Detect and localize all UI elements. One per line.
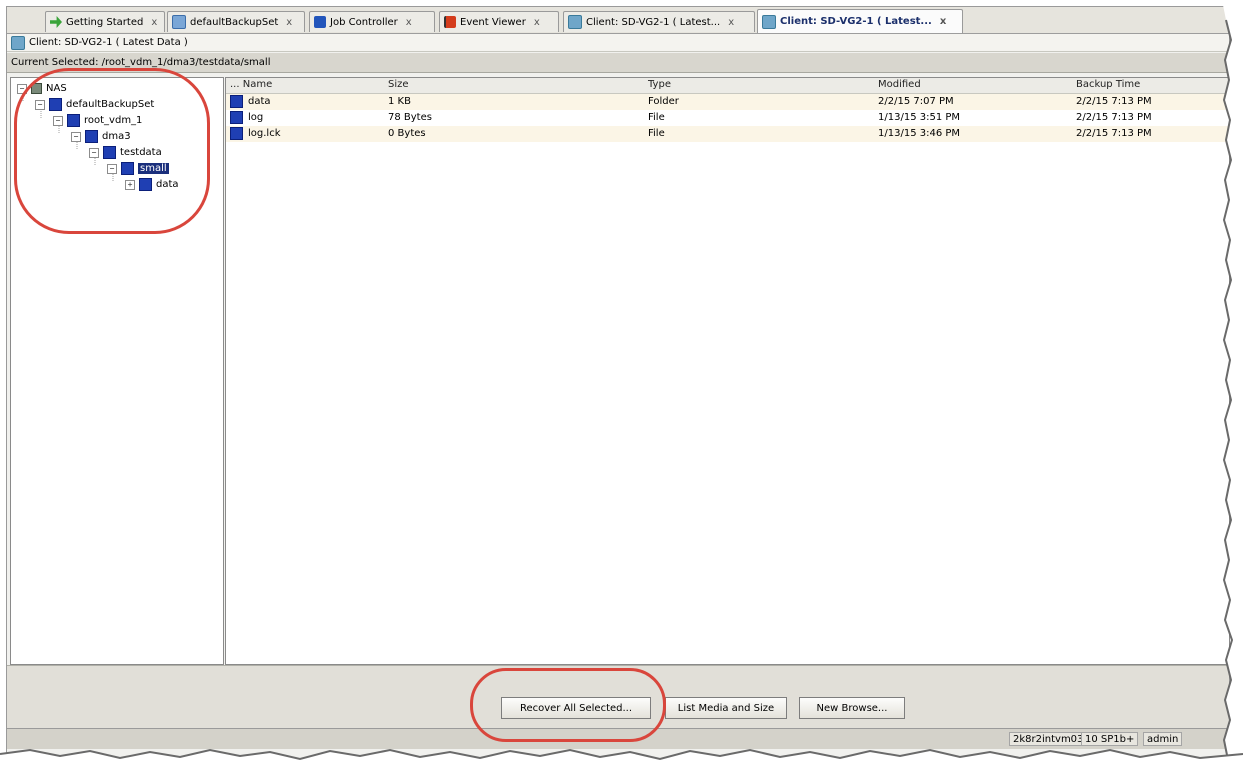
tree-node-dma3[interactable]: − dma3 bbox=[71, 129, 131, 144]
row-type: File bbox=[648, 128, 665, 139]
status-user: admin bbox=[1143, 732, 1183, 746]
row-size: 78 Bytes bbox=[388, 112, 432, 123]
tree-node-label: root_vdm_1 bbox=[84, 115, 143, 126]
column-header-type[interactable]: Type bbox=[648, 79, 671, 90]
action-buttons-bar: Recover All Selected... List Media and S… bbox=[7, 665, 1229, 728]
row-type: Folder bbox=[648, 96, 679, 107]
tree-node-small[interactable]: − small bbox=[107, 161, 169, 176]
folder-icon bbox=[121, 162, 134, 175]
row-backup-time: 2/2/15 7:13 PM bbox=[1076, 96, 1152, 107]
tab-label: Client: SD-VG2-1 ( Latest... bbox=[586, 16, 721, 28]
file-icon bbox=[230, 111, 243, 124]
row-type: File bbox=[648, 112, 665, 123]
row-name: data bbox=[248, 96, 271, 107]
collapse-icon[interactable]: − bbox=[35, 99, 45, 110]
column-header-size[interactable]: Size bbox=[388, 79, 409, 90]
tab-label: Client: SD-VG2-1 ( Latest... bbox=[780, 16, 932, 27]
tree-node-label-selected: small bbox=[138, 163, 169, 174]
row-modified: 1/13/15 3:46 PM bbox=[878, 128, 961, 139]
collapse-icon[interactable]: − bbox=[89, 147, 99, 158]
flag-icon bbox=[444, 16, 456, 28]
column-header-modified[interactable]: Modified bbox=[878, 79, 921, 90]
job-controller-icon bbox=[314, 16, 326, 28]
nas-icon bbox=[31, 83, 42, 94]
path-text: Current Selected: /root_vdm_1/dma3/testd… bbox=[11, 57, 271, 68]
collapse-icon[interactable]: − bbox=[71, 131, 81, 142]
list-media-and-size-button[interactable]: List Media and Size bbox=[665, 697, 787, 719]
client-icon bbox=[568, 15, 582, 29]
folder-icon bbox=[139, 178, 152, 191]
close-icon[interactable]: x bbox=[151, 17, 157, 28]
client-icon bbox=[11, 35, 25, 50]
view-title: Client: SD-VG2-1 ( Latest Data ) bbox=[29, 37, 188, 48]
close-icon[interactable]: x bbox=[286, 17, 292, 28]
list-row[interactable]: data 1 KB Folder 2/2/15 7:07 PM 2/2/15 7… bbox=[226, 94, 1229, 110]
collapse-icon[interactable]: − bbox=[107, 163, 117, 174]
row-backup-time: 2/2/15 7:13 PM bbox=[1076, 128, 1152, 139]
close-icon[interactable]: x bbox=[728, 17, 734, 28]
folder-icon bbox=[103, 146, 116, 159]
collapse-icon[interactable]: − bbox=[53, 115, 63, 126]
list-row[interactable]: log 78 Bytes File 1/13/15 3:51 PM 2/2/15… bbox=[226, 110, 1229, 126]
tab-job-controller[interactable]: Job Controller x bbox=[309, 11, 435, 32]
tab-client-sd-vg2-1-active[interactable]: Client: SD-VG2-1 ( Latest... x bbox=[757, 9, 963, 33]
tab-strip: Getting Started x defaultBackupSet x Job… bbox=[7, 7, 1229, 34]
tree-node-nas[interactable]: − NAS bbox=[17, 81, 67, 96]
tree-node-label: NAS bbox=[46, 83, 67, 94]
list-header: ... Name Size Type Modified Backup Time bbox=[226, 78, 1229, 94]
tab-label: Getting Started bbox=[66, 16, 144, 28]
file-icon bbox=[230, 127, 243, 140]
tab-getting-started[interactable]: Getting Started x bbox=[45, 11, 165, 32]
tree-node-label: dma3 bbox=[102, 131, 131, 142]
folder-icon bbox=[230, 95, 243, 108]
tab-event-viewer[interactable]: Event Viewer x bbox=[439, 11, 559, 32]
view-header: Client: SD-VG2-1 ( Latest Data ) bbox=[7, 34, 1229, 52]
tab-label: Event Viewer bbox=[460, 16, 526, 28]
tree-node-label: data bbox=[156, 179, 179, 190]
browse-tree[interactable]: − NAS − defaultBackupSet − root_vdm_1 − … bbox=[10, 77, 224, 665]
arrow-right-icon bbox=[50, 16, 62, 28]
tree-node-label: defaultBackupSet bbox=[66, 99, 155, 110]
status-server: 2k8r2intvm03 bbox=[1009, 732, 1088, 746]
file-list: ... Name Size Type Modified Backup Time … bbox=[225, 77, 1230, 665]
tab-label: defaultBackupSet bbox=[190, 16, 279, 28]
backupset-icon bbox=[49, 98, 62, 111]
collapse-icon[interactable]: − bbox=[17, 83, 27, 94]
recover-all-selected-button[interactable]: Recover All Selected... bbox=[501, 697, 651, 719]
expand-icon[interactable]: + bbox=[125, 179, 135, 190]
row-name: log.lck bbox=[248, 128, 281, 139]
row-modified: 2/2/15 7:07 PM bbox=[878, 96, 954, 107]
close-icon[interactable]: x bbox=[534, 17, 540, 28]
column-header-name[interactable]: ... Name bbox=[230, 79, 272, 90]
row-size: 1 KB bbox=[388, 96, 411, 107]
client-icon bbox=[762, 14, 776, 29]
close-icon[interactable]: x bbox=[940, 16, 946, 27]
tree-node-data[interactable]: + data bbox=[125, 177, 179, 192]
tab-client-sd-vg2-1[interactable]: Client: SD-VG2-1 ( Latest... x bbox=[563, 11, 755, 32]
tree-node-label: testdata bbox=[120, 147, 162, 158]
tree-node-default-backup-set[interactable]: − defaultBackupSet bbox=[35, 97, 154, 112]
tree-node-root-vdm-1[interactable]: − root_vdm_1 bbox=[53, 113, 142, 128]
commcell-console-window: Getting Started x defaultBackupSet x Job… bbox=[6, 6, 1230, 768]
column-header-backup-time[interactable]: Backup Time bbox=[1076, 79, 1140, 90]
folder-icon bbox=[67, 114, 80, 127]
row-backup-time: 2/2/15 7:13 PM bbox=[1076, 112, 1152, 123]
list-row[interactable]: log.lck 0 Bytes File 1/13/15 3:46 PM 2/2… bbox=[226, 126, 1229, 142]
status-version: 10 SP1b+ bbox=[1081, 732, 1139, 746]
row-name: log bbox=[248, 112, 264, 123]
close-icon[interactable]: x bbox=[406, 17, 412, 28]
tab-label: Job Controller bbox=[330, 16, 398, 28]
current-selected-path: Current Selected: /root_vdm_1/dma3/testd… bbox=[7, 53, 1229, 73]
status-bar: 2k8r2intvm03 10 SP1b+ admin bbox=[7, 728, 1229, 749]
new-browse-button[interactable]: New Browse... bbox=[799, 697, 905, 719]
folder-icon bbox=[172, 15, 186, 29]
row-size: 0 Bytes bbox=[388, 128, 426, 139]
row-modified: 1/13/15 3:51 PM bbox=[878, 112, 961, 123]
tree-node-testdata[interactable]: − testdata bbox=[89, 145, 162, 160]
tab-default-backup-set[interactable]: defaultBackupSet x bbox=[167, 11, 305, 32]
folder-icon bbox=[85, 130, 98, 143]
